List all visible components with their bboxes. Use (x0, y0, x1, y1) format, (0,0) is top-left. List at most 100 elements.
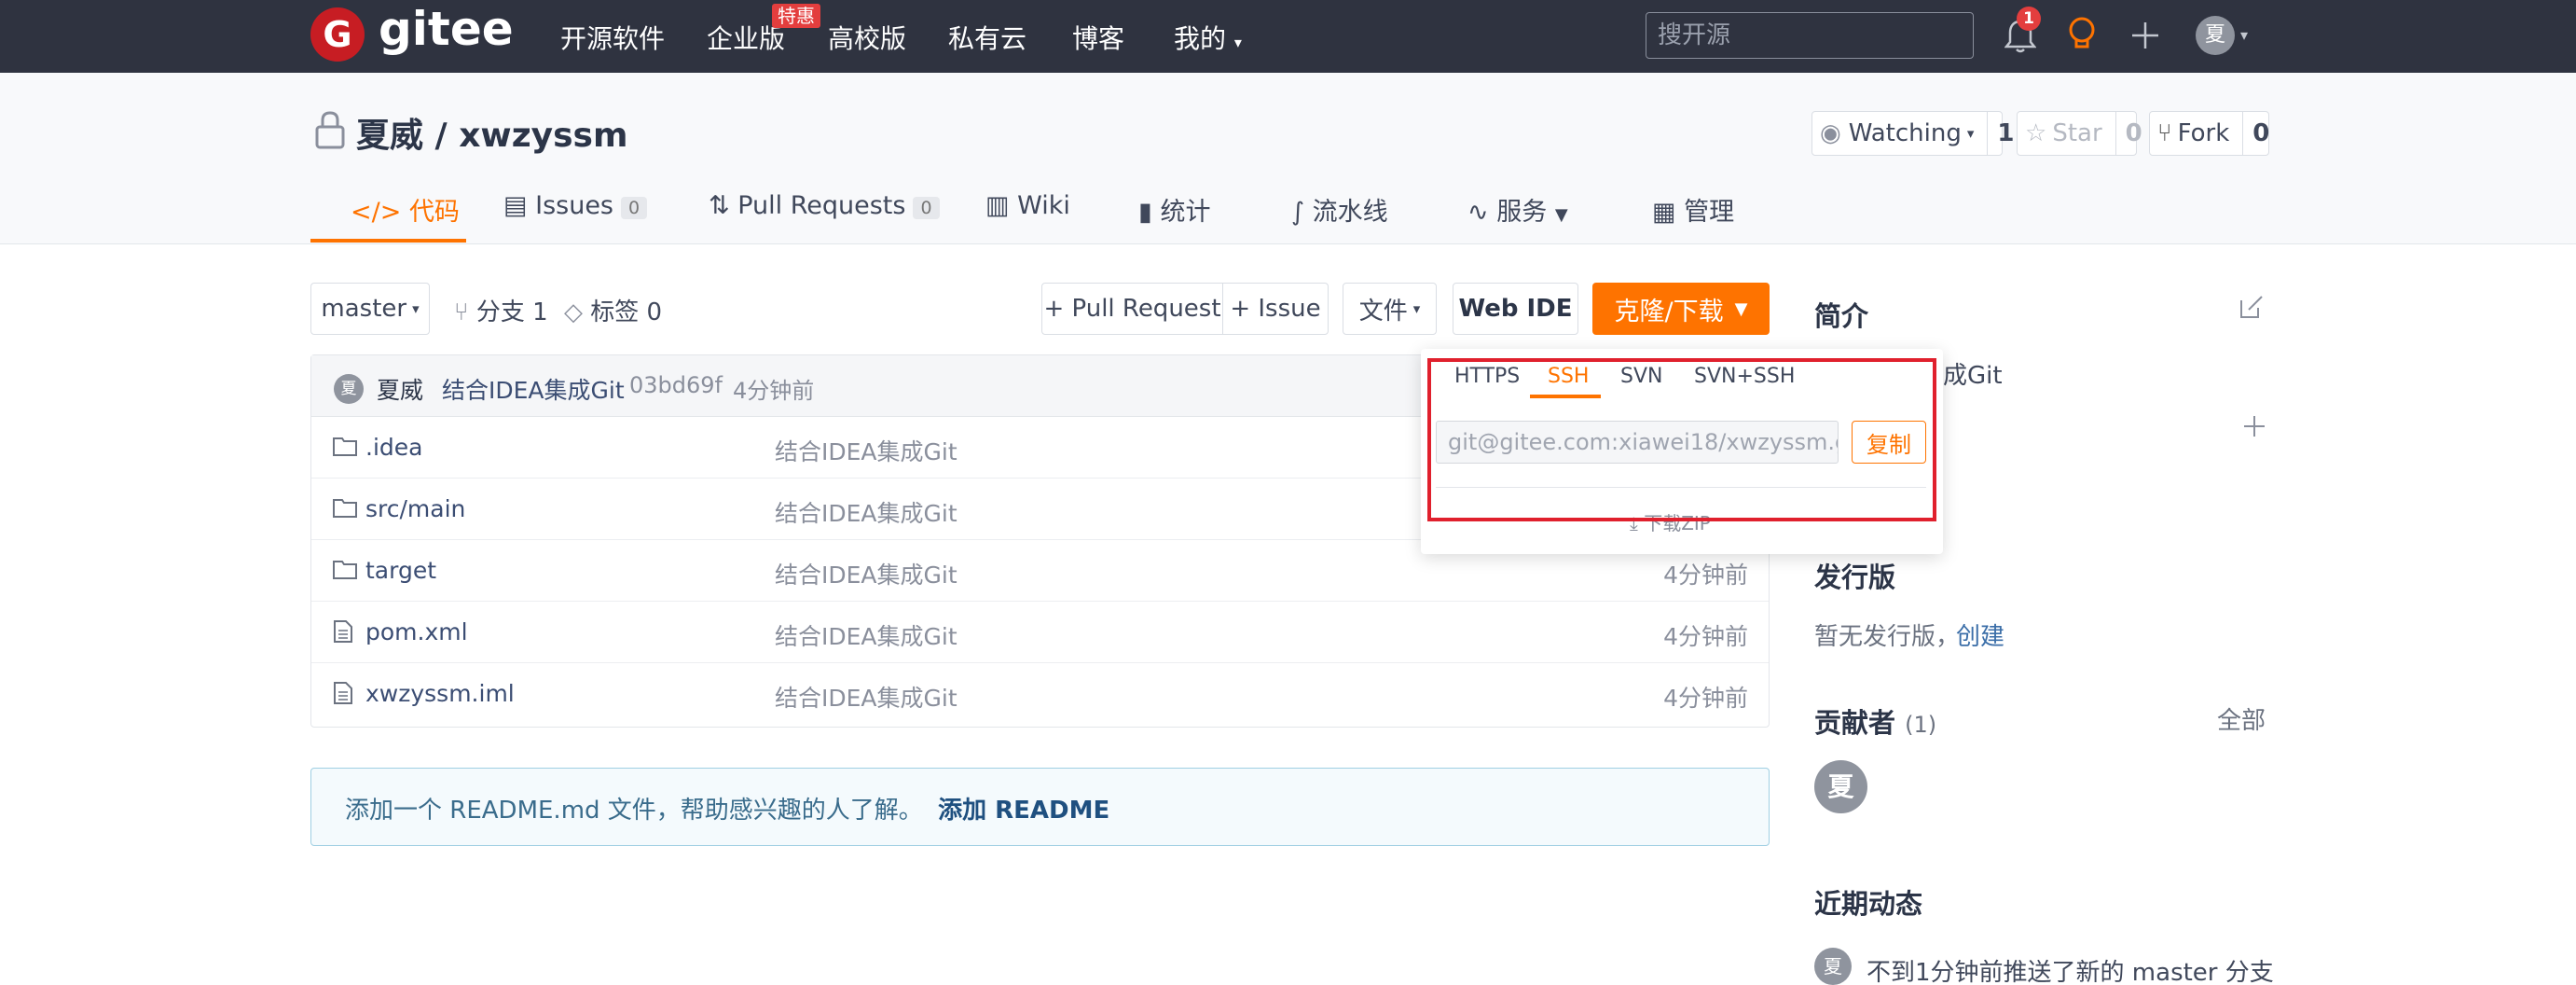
plus-icon[interactable] (2242, 414, 2266, 442)
pr-count: 0 (913, 197, 940, 219)
search-input[interactable] (1646, 12, 1974, 59)
commit-time: 4分钟前 (733, 378, 815, 404)
tab-code[interactable]: </> 代码 (351, 191, 460, 228)
intro-text: 成Git (1943, 362, 2003, 390)
lightbulb-icon[interactable] (2066, 16, 2098, 59)
readme-notice: 添加一个 README.md 文件，帮助感兴趣的人了解。 添加 README (310, 768, 1770, 846)
new-issue-button[interactable]: + Issue (1222, 283, 1329, 335)
file-name[interactable]: pom.xml (365, 618, 468, 645)
top-navbar: G gitee 开源软件 企业版 特惠 高校版 私有云 博客 我的 ▾ 1 夏 … (0, 0, 2576, 73)
star-button[interactable]: ☆ Star 0 (2017, 111, 2142, 156)
watch-label: Watching (1848, 119, 1962, 147)
clone-download-button[interactable]: 克隆/下载 ▼ (1592, 283, 1770, 335)
logo-text[interactable]: gitee (379, 2, 514, 56)
tab-services-label: 服务 (1496, 198, 1548, 227)
tab-issues[interactable]: ▤ Issues 0 (503, 191, 648, 220)
chevron-down-icon: ▾ (1233, 34, 1242, 51)
code-icon: </> (351, 198, 402, 227)
file-menu-label: 文件 (1358, 297, 1408, 326)
book-icon: ▥ (985, 191, 1010, 220)
readme-notice-text: 添加一个 README.md 文件，帮助感兴趣的人了解。 (345, 797, 923, 825)
promo-badge: 特惠 (772, 4, 820, 28)
highlight-box (1427, 358, 1936, 521)
releases-heading: 发行版 (1814, 562, 1896, 593)
web-ide-button[interactable]: Web IDE (1453, 283, 1578, 335)
intro-heading: 简介 (1814, 300, 1869, 332)
nav-private-cloud[interactable]: 私有云 (948, 19, 1026, 56)
activity-heading: 近期动态 (1814, 888, 1923, 920)
tab-wiki-label: Wiki (1017, 191, 1070, 220)
folder-icon (332, 496, 358, 524)
nav-blog[interactable]: 博客 (1072, 19, 1124, 56)
eye-icon: ◉ (1820, 119, 1841, 147)
chevron-down-icon: ▾ (412, 300, 420, 317)
gitee-logo-icon[interactable]: G (310, 7, 365, 62)
contributors-heading-label: 贡献者 (1814, 707, 1896, 739)
releases-text: 暂无发行版， (1814, 623, 1961, 651)
commit-hash[interactable]: 03bd69f (629, 372, 723, 398)
plus-icon[interactable] (2130, 21, 2160, 54)
table-row: pom.xml 结合IDEA集成Git 4分钟前 (311, 602, 1769, 663)
create-release-link[interactable]: 创建 (1956, 617, 2004, 652)
pulse-icon: ∿ (1467, 198, 1489, 227)
tab-pipeline[interactable]: ∫ 流水线 (1291, 191, 1388, 228)
table-row: xwzyssm.iml 结合IDEA集成Git 4分钟前 (311, 663, 1769, 725)
nav-education[interactable]: 高校版 (828, 19, 906, 56)
file-icon (332, 619, 354, 649)
file-name[interactable]: src/main (365, 495, 465, 522)
file-name[interactable]: target (365, 557, 436, 584)
nav-open-source[interactable]: 开源软件 (560, 19, 665, 56)
manage-icon: ▦ (1652, 198, 1676, 227)
activity-avatar[interactable]: 夏 (1814, 948, 1852, 985)
file-commit-message[interactable]: 结合IDEA集成Git (775, 618, 957, 652)
commit-author[interactable]: 夏威 (377, 372, 423, 406)
tab-pr-label: Pull Requests (737, 191, 906, 220)
bar-chart-icon: ▮ (1138, 198, 1152, 227)
new-pull-request-button[interactable]: + Pull Request (1041, 283, 1223, 335)
watch-button[interactable]: ◉ Watching ▾ 1 (1811, 111, 2014, 156)
pull-request-icon: ⇅ (709, 191, 730, 220)
tab-wiki[interactable]: ▥ Wiki (985, 191, 1070, 220)
file-name[interactable]: xwzyssm.iml (365, 680, 515, 707)
tab-pull-requests[interactable]: ⇅ Pull Requests 0 (709, 191, 940, 220)
active-tab-indicator (310, 239, 466, 243)
contributor-avatar[interactable]: 夏 (1814, 760, 1867, 813)
chevron-down-icon[interactable]: ▾ (2240, 26, 2248, 44)
tags-link[interactable]: ◇ 标签 0 (564, 293, 662, 327)
file-name[interactable]: .idea (365, 434, 422, 461)
file-commit-message[interactable]: 结合IDEA集成Git (775, 557, 957, 590)
nav-mine[interactable]: 我的 ▾ (1174, 19, 1242, 56)
file-commit-message[interactable]: 结合IDEA集成Git (775, 680, 957, 714)
user-avatar[interactable]: 夏 (2196, 16, 2235, 55)
pipeline-icon: ∫ (1291, 198, 1305, 227)
commit-author-avatar[interactable]: 夏 (334, 374, 364, 404)
tag-icon: ◇ (564, 298, 583, 326)
add-readme-link[interactable]: 添加 README (938, 797, 1109, 825)
tab-manage-label: 管理 (1684, 198, 1735, 227)
file-commit-message[interactable]: 结合IDEA集成Git (775, 434, 957, 467)
branch-selector[interactable]: master ▾ (310, 283, 430, 335)
contributors-all-link[interactable]: 全部 (2217, 701, 2266, 736)
branches-link[interactable]: ⑂ 分支 1 (454, 293, 548, 327)
branch-label: master (321, 295, 407, 323)
fork-button[interactable]: ⑂ Fork 0 (2149, 111, 2269, 156)
caret-down-icon: ▼ (1734, 298, 1748, 319)
edit-icon[interactable] (2238, 293, 2266, 325)
tab-services[interactable]: ∿ 服务 ▼ (1467, 191, 1568, 228)
repo-title[interactable]: 夏威 / xwzyssm (356, 108, 627, 157)
issues-icon: ▤ (503, 191, 528, 220)
chevron-down-icon: ▾ (1412, 300, 1421, 317)
star-icon: ☆ (2025, 119, 2047, 147)
tags-label: 标签 0 (590, 298, 663, 326)
file-commit-message[interactable]: 结合IDEA集成Git (775, 495, 957, 529)
tab-code-label: 代码 (408, 198, 460, 227)
commit-message[interactable]: 结合IDEA集成Git (442, 372, 625, 406)
tab-manage[interactable]: ▦ 管理 (1652, 191, 1734, 228)
chevron-down-icon: ▾ (1966, 125, 1975, 142)
fork-label: Fork (2177, 119, 2230, 147)
tab-stats[interactable]: ▮ 统计 (1138, 191, 1210, 228)
tab-issues-label: Issues (535, 191, 613, 220)
file-time: 4分钟前 (1663, 562, 1748, 589)
file-menu-button[interactable]: 文件 ▾ (1343, 283, 1437, 335)
caret-down-icon: ▼ (1554, 205, 1568, 225)
